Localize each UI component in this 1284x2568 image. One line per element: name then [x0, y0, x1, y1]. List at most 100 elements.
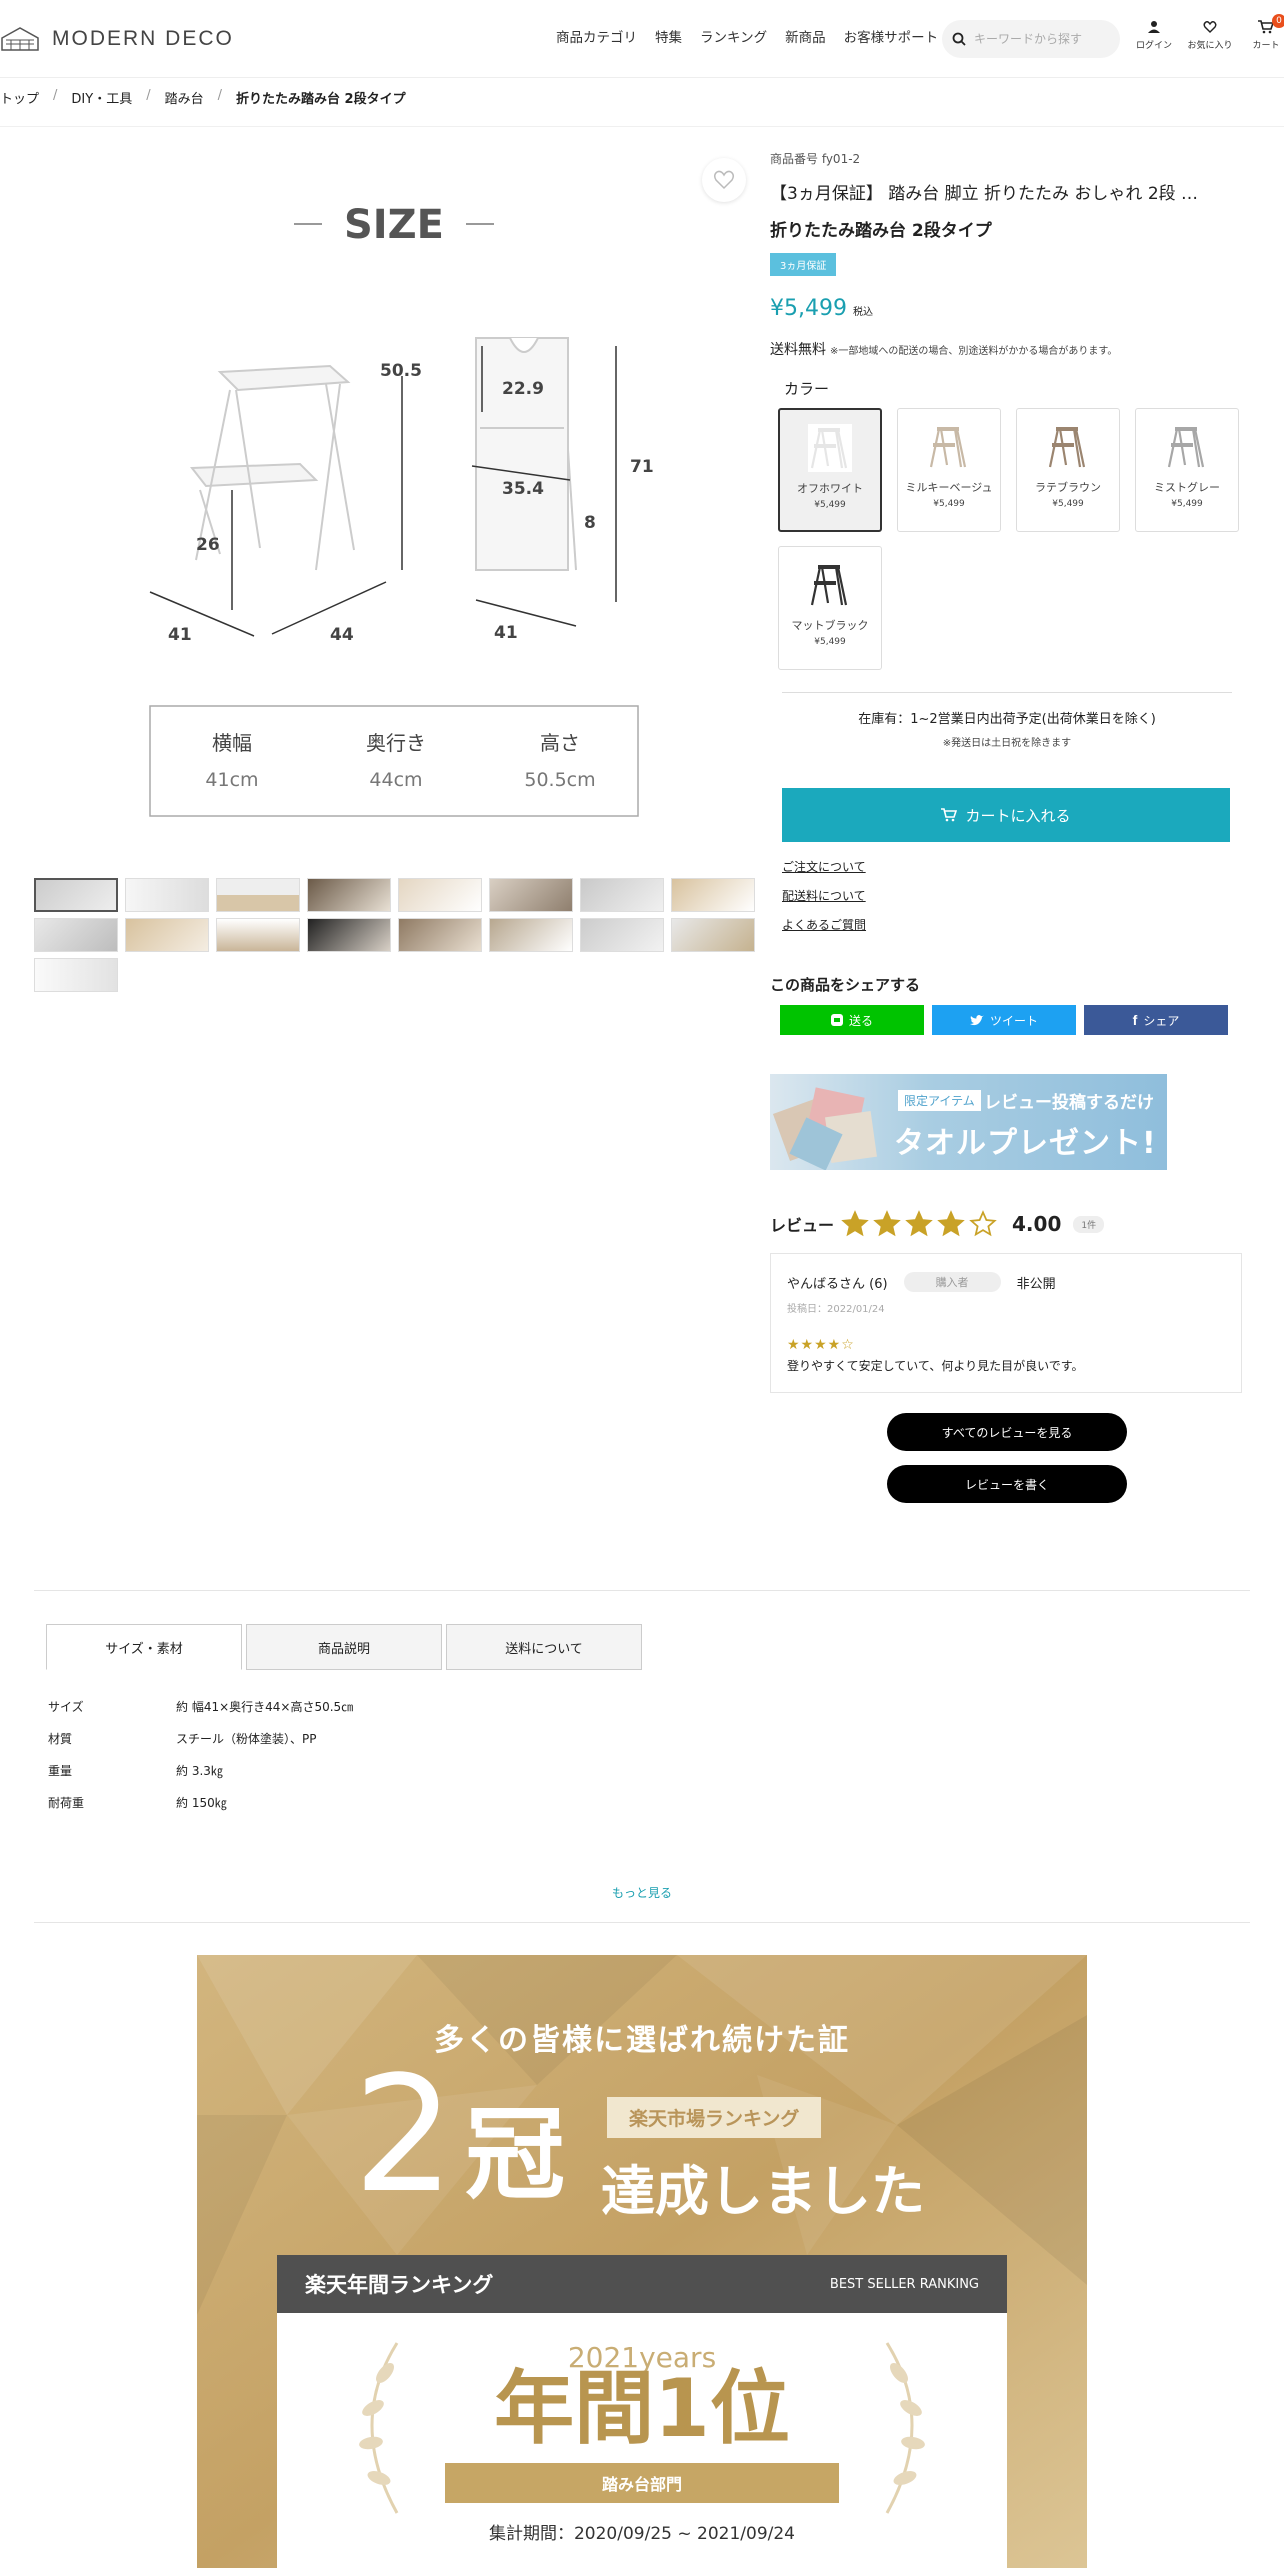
banner-award-card: 2021years 年間1位 踏み台部門 集計期間：2020/09/25 ~ 2…	[277, 2313, 1007, 2568]
color-swatch-name: ラテブラウン	[1035, 481, 1101, 494]
product-subtitle: 折りたたみ踏み台 2段タイプ	[770, 221, 992, 241]
color-swatch[interactable]: ラテブラウン ¥5,499	[1016, 408, 1120, 532]
review-count: 1件	[1073, 1215, 1105, 1233]
review-towel-promo-banner[interactable]: 限定アイテム レビュー投稿するだけ タオルプレゼント!	[770, 1074, 1167, 1170]
stool-thumbnail-icon	[802, 420, 858, 476]
breadcrumb-diy[interactable]: DIY・工具	[71, 88, 132, 107]
house-logo-icon	[1, 27, 39, 51]
thumbnail[interactable]	[398, 878, 482, 912]
favorites-link[interactable]: お気に入り	[1182, 20, 1238, 51]
thumbnail[interactable]	[125, 878, 209, 912]
nav-ranking[interactable]: ランキング	[700, 26, 767, 46]
show-more-link[interactable]: もっと見る	[0, 1884, 1284, 1901]
thumbnail[interactable]	[489, 918, 573, 952]
shipping-note: ※一部地域への配送の場合、別途送料がかかる場合があります。	[830, 346, 1118, 357]
line-icon	[830, 1014, 843, 1026]
color-swatch-price: ¥5,499	[933, 499, 965, 510]
award-period: 集計期間：2020/09/25 ~ 2021/09/24	[488, 2524, 796, 2544]
review-visibility: 非公開	[1016, 1276, 1056, 1292]
tab-size-material[interactable]: サイズ・素材	[46, 1624, 242, 1670]
thumbnail[interactable]	[489, 878, 573, 912]
thumbnail[interactable]	[671, 878, 755, 912]
review-label: レビュー	[770, 1216, 835, 1235]
towel-illustration	[772, 1087, 877, 1170]
tab-shipping[interactable]: 送料について	[446, 1624, 642, 1670]
thumbnail[interactable]	[34, 918, 118, 952]
share-line-label: 送る	[848, 1013, 873, 1028]
thumbnail[interactable]	[398, 918, 482, 952]
thumbnail[interactable]	[580, 878, 664, 912]
favorite-button[interactable]	[702, 158, 746, 202]
thumbnail[interactable]	[671, 918, 755, 952]
stool-thumbnail-icon	[921, 419, 977, 475]
nav-new[interactable]: 新商品	[785, 26, 826, 46]
link-shipping-fee[interactable]: 配送料について	[782, 887, 866, 904]
spec-value: 約 3.3㎏	[176, 1763, 223, 1778]
color-swatch-price: ¥5,499	[1052, 499, 1084, 510]
banner-bar-subtitle: BEST SELLER RANKING	[829, 2276, 979, 2292]
detail-tabs: サイズ・素材 商品説明 送料について	[46, 1624, 642, 1670]
thumbnail[interactable]	[307, 918, 391, 952]
all-reviews-button[interactable]: すべてのレビューを見る	[887, 1413, 1127, 1451]
thumbnail[interactable]	[125, 918, 209, 952]
search-input[interactable]	[974, 32, 1114, 46]
color-swatch[interactable]: ミストグレー ¥5,499	[1135, 408, 1239, 532]
thumbnail[interactable]	[580, 918, 664, 952]
ranking-banner: 多くの皆様に選ばれ続けた証 2 冠 楽天市場ランキング 達成しました 楽天年間ラ…	[197, 1955, 1087, 2568]
thumbnail[interactable]	[34, 958, 118, 992]
review-date: 投稿日：2022/01/24	[787, 1304, 885, 1315]
thumbnail[interactable]	[216, 878, 300, 912]
login-label: ログイン	[1135, 41, 1172, 51]
breadcrumb-stepstool[interactable]: 踏み台	[165, 88, 204, 107]
color-swatch-price: ¥5,499	[814, 637, 846, 648]
dim-step: 26	[196, 535, 220, 555]
link-order-info[interactable]: ご注文について	[782, 858, 866, 875]
breadcrumb-top[interactable]: トップ	[0, 88, 39, 107]
login-link[interactable]: ログイン	[1126, 20, 1182, 51]
breadcrumb-separator: /	[53, 88, 58, 103]
cart-count-badge: 0	[1272, 14, 1284, 28]
spec-value: 約 150㎏	[176, 1795, 227, 1810]
link-faq[interactable]: よくあるご質問	[782, 916, 866, 933]
color-swatch-name: マットブラック	[791, 619, 869, 632]
price-tax-label: 税込	[852, 307, 873, 318]
color-swatch-name: ミルキーベージュ	[905, 481, 993, 494]
main-product-image[interactable]: SIZE 50.5 26 41 44 22.9 35.4 8 71 41 横幅 …	[140, 150, 760, 840]
nav-categories[interactable]: 商品カテゴリ	[556, 26, 637, 46]
banner-lead: 多くの皆様に選ばれ続けた証	[434, 2023, 850, 2058]
review-meta: やんばるさん (6) 購入者 非公開	[787, 1272, 1225, 1292]
stock-status: 在庫有：1~2営業日内出荷予定(出荷休業日を除く)	[858, 712, 1156, 727]
section-divider	[34, 1922, 1250, 1923]
site-logo[interactable]: MODERN DECO	[0, 24, 234, 54]
share-line-button[interactable]: 送る	[780, 1005, 924, 1035]
color-swatch[interactable]: マットブラック ¥5,499	[778, 546, 882, 670]
breadcrumb-separator: /	[146, 88, 151, 103]
cart-link[interactable]: 0 カート	[1238, 14, 1284, 51]
promo-tag: 限定アイテム	[898, 1090, 981, 1111]
promo-line1: レビュー投稿するだけ	[984, 1093, 1154, 1113]
tab-description[interactable]: 商品説明	[246, 1624, 442, 1670]
banner-crown-kanji: 冠	[465, 2096, 565, 2213]
dim-depth: 44	[330, 625, 354, 645]
banner-crown-count: 2	[353, 2041, 455, 2228]
spec-row: 耐荷重 約 150㎏	[48, 1786, 353, 1818]
dim-height-open: 50.5	[380, 361, 422, 381]
nav-support[interactable]: お客様サポート	[844, 26, 939, 46]
reviewer-name: やんばるさん (6)	[787, 1276, 888, 1292]
breadcrumb: トップ / DIY・工具 / 踏み台 / 折りたたみ踏み台 2段タイプ	[0, 88, 406, 107]
divider	[782, 692, 1232, 693]
section-divider	[34, 1590, 1250, 1591]
search-icon[interactable]	[952, 32, 966, 46]
thumbnail[interactable]	[216, 918, 300, 952]
color-swatch[interactable]: オフホワイト ¥5,499	[778, 408, 882, 532]
color-swatch[interactable]: ミルキーベージュ ¥5,499	[897, 408, 1001, 532]
write-review-button[interactable]: レビューを書く	[887, 1465, 1127, 1503]
thumbnail[interactable]	[307, 878, 391, 912]
add-to-cart-label: カートに入れる	[965, 806, 1071, 825]
add-to-cart-button[interactable]: カートに入れる	[782, 788, 1230, 842]
share-twitter-button[interactable]: ツイート	[932, 1005, 1076, 1035]
thumbnail[interactable]	[34, 878, 118, 912]
shipping-free-label: 送料無料	[770, 342, 826, 358]
share-facebook-button[interactable]: f シェア	[1084, 1005, 1228, 1035]
nav-features[interactable]: 特集	[655, 26, 682, 46]
